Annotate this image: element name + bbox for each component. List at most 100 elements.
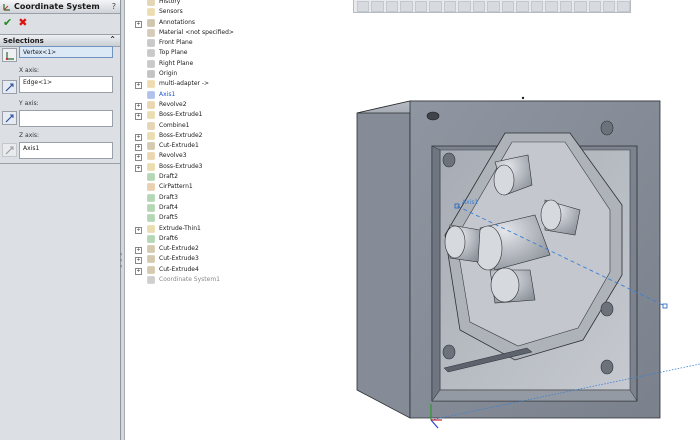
tree-item[interactable]: Material <not specified> (135, 28, 355, 38)
tree-item-label: Draft6 (159, 234, 178, 242)
view-tool-button[interactable] (443, 0, 457, 12)
revolve-icon (147, 152, 155, 161)
ok-button[interactable]: ✔ (3, 17, 12, 28)
tree-item-label: Draft4 (159, 203, 178, 211)
pocket-bottom-wall (431, 389, 638, 402)
tree-item-label: History (159, 0, 181, 5)
view-tool-button[interactable] (545, 0, 558, 12)
tree-item[interactable]: Draft3 (135, 193, 355, 203)
tree-item[interactable]: + multi-adapter -> (135, 79, 355, 90)
view-tool-button[interactable] (617, 0, 630, 12)
expand-toggle-icon[interactable]: + (135, 154, 142, 162)
draft-icon (147, 214, 155, 223)
tree-item[interactable]: Draft5 (135, 213, 355, 223)
tree-item-label: Draft5 (159, 214, 178, 222)
cancel-button[interactable]: ✖ (18, 17, 27, 28)
tree-item-label: Boss-Extrude1 (159, 111, 203, 119)
axis-icon (147, 90, 155, 99)
expand-toggle-icon[interactable]: + (135, 20, 142, 28)
tree-item[interactable]: + Cut-Extrude1 (135, 141, 355, 152)
view-tool-button[interactable] (501, 0, 515, 12)
tree-item[interactable]: Right Plane (135, 59, 355, 69)
y-axis-field[interactable] (19, 110, 113, 127)
tree-item[interactable]: Axis1 (135, 90, 355, 100)
expand-toggle-icon[interactable]: + (135, 82, 142, 90)
expand-toggle-icon[interactable]: + (135, 257, 142, 265)
coordinate-system-icon (3, 3, 11, 11)
tree-item[interactable]: + Cut-Extrude4 (135, 265, 355, 275)
cut-extrude-icon (147, 142, 155, 151)
view-tool-button[interactable] (385, 0, 399, 12)
view-tool-button[interactable] (559, 0, 573, 12)
tree-item[interactable]: + Boss-Extrude1 (135, 110, 355, 121)
view-tool-button[interactable] (530, 0, 544, 12)
origin-selection-icon[interactable] (2, 48, 17, 62)
property-manager-title: Coordinate System (14, 2, 100, 11)
tree-item[interactable]: CirPattern1 (135, 182, 355, 192)
splitter-arrows-icon[interactable]: ‹ ‹ ‹ (120, 252, 126, 270)
expand-toggle-icon[interactable]: + (135, 247, 142, 255)
view-tool-button[interactable] (429, 0, 442, 12)
tree-item[interactable]: + Boss-Extrude3 (135, 162, 355, 172)
plane-icon (147, 39, 155, 48)
tree-item[interactable]: + Extrude-Thin1 (135, 224, 355, 234)
view-tool-button[interactable] (414, 0, 428, 12)
x-axis-field[interactable]: Edge<1> (19, 76, 113, 93)
tree-item[interactable]: + Revolve3 (135, 151, 355, 162)
view-tool-button[interactable] (458, 0, 471, 12)
tree-item[interactable]: Front Plane (135, 38, 355, 48)
tree-item[interactable]: Origin (135, 69, 355, 79)
x-axis-direction-icon[interactable] (2, 80, 17, 94)
view-tool-button[interactable] (357, 0, 370, 12)
history-icon (147, 0, 155, 6)
view-tool-button[interactable] (400, 0, 413, 12)
view-tool-button[interactable] (588, 0, 601, 12)
tree-item[interactable]: Top Plane (135, 48, 355, 58)
tree-item[interactable]: + Annotations (135, 18, 355, 28)
expand-toggle-icon[interactable]: + (135, 113, 142, 121)
tree-item[interactable]: Draft4 (135, 203, 355, 213)
tree-item[interactable]: Draft2 (135, 172, 355, 182)
annotation-icon (147, 18, 155, 27)
expand-toggle-icon[interactable]: + (135, 267, 142, 275)
collapse-icon[interactable]: ⌃ (109, 35, 116, 44)
tree-item[interactable]: + Cut-Extrude2 (135, 244, 355, 255)
expand-toggle-icon[interactable]: + (135, 164, 142, 172)
block-left-face (356, 100, 411, 419)
expand-toggle-icon[interactable]: + (135, 133, 142, 141)
cut-extrude-icon (147, 265, 155, 274)
view-tool-button[interactable] (516, 0, 529, 12)
tree-item[interactable]: History (135, 0, 355, 7)
view-tool-button[interactable] (371, 0, 384, 12)
panel-splitter[interactable] (121, 0, 125, 440)
tree-item[interactable]: + Boss-Extrude2 (135, 131, 355, 141)
view-tool-button[interactable] (602, 0, 616, 12)
z-axis-field[interactable]: Axis1 (19, 142, 113, 159)
y-axis-direction-icon[interactable] (2, 111, 17, 125)
tree-item[interactable]: + Revolve2 (135, 100, 355, 110)
feature-manager-tree: History Sensors + Annotations Material <not … (135, 0, 355, 285)
z-axis-direction-icon[interactable] (2, 143, 17, 157)
origin-field[interactable]: Vertex<1> (19, 46, 113, 58)
help-icon[interactable]: ? (112, 2, 116, 11)
tree-item-label: Material <not specified> (159, 28, 234, 36)
graphics-viewport[interactable]: Axis1 (354, 14, 700, 440)
tree-item-label: Draft2 (159, 173, 178, 181)
view-tool-button[interactable] (487, 0, 500, 12)
pocket-left-wall (431, 145, 441, 402)
view-tool-button[interactable] (472, 0, 486, 12)
expand-toggle-icon[interactable]: + (135, 226, 142, 234)
draft-icon (147, 173, 155, 181)
tree-item[interactable]: Draft6 (135, 234, 355, 244)
expand-toggle-icon[interactable]: + (135, 144, 142, 152)
tree-item-label: Cut-Extrude4 (159, 265, 199, 273)
tree-item[interactable]: Sensors (135, 7, 355, 17)
view-tool-button[interactable] (574, 0, 587, 12)
tree-item[interactable]: Combine1 (135, 121, 355, 131)
tree-item[interactable]: + Cut-Extrude3 (135, 254, 355, 265)
expand-toggle-icon[interactable]: + (135, 102, 142, 110)
property-manager-title-bar: Coordinate System ? (0, 0, 120, 14)
tree-item[interactable]: Coordinate System1 (135, 275, 355, 285)
origin-marker (521, 96, 525, 100)
mounting-hole (426, 111, 440, 121)
